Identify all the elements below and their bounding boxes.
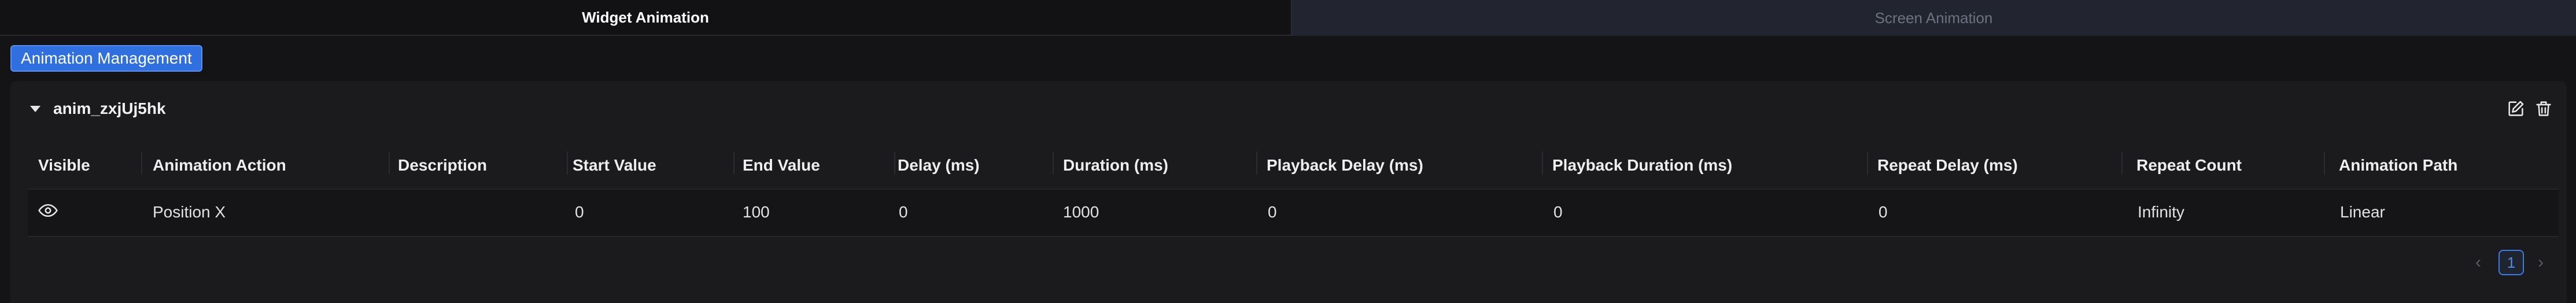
pagination-page-1[interactable]: 1 [2499,250,2524,275]
cell-delay: 0 [899,203,908,221]
cell-playback-duration: 0 [1553,203,1563,221]
caret-down-icon[interactable] [30,105,40,112]
col-header-description: Description [398,156,488,174]
col-header-duration: Duration (ms) [1063,156,1168,174]
cell-animation-path: Linear [2340,203,2385,221]
cell-repeat-count: Infinity [2138,203,2184,221]
col-header-delay: Delay (ms) [898,156,980,174]
cell-start-value: 0 [575,203,584,221]
edit-icon[interactable] [2505,98,2526,119]
tab-bar: Widget Animation Screen Animation [0,0,2576,36]
pagination-next-button[interactable]: › [2538,250,2544,275]
animation-panel: anim_zxjUj5hk Visible Animation Action D… [10,81,2567,303]
col-header-playback-duration: Playback Duration (ms) [1552,156,1733,174]
col-header-repeat-count: Repeat Count [2136,156,2242,174]
column-divider [1867,152,1868,175]
column-divider [733,152,735,175]
pagination-prev-button[interactable]: ‹ [2475,250,2481,275]
column-divider [894,152,895,175]
animation-header[interactable]: anim_zxjUj5hk [30,98,166,119]
eye-icon[interactable] [38,202,58,223]
tab-widget-animation[interactable]: Widget Animation [0,0,1291,36]
column-divider [141,152,142,175]
column-divider [2121,152,2123,175]
cell-animation-action: Position X [153,203,226,221]
cell-repeat-delay: 0 [1879,203,1888,221]
column-divider [1542,152,1543,175]
cell-playback-delay: 0 [1268,203,1277,221]
column-divider [567,152,568,175]
col-header-visible: Visible [38,156,90,174]
cell-end-value: 100 [743,203,770,221]
col-header-repeat-delay: Repeat Delay (ms) [1877,156,2018,174]
animation-name: anim_zxjUj5hk [53,99,166,117]
column-divider [2324,152,2325,175]
cell-duration: 1000 [1063,203,1099,221]
column-divider [1053,152,1054,175]
column-divider [389,152,390,175]
col-header-start-value: Start Value [573,156,656,174]
animation-management-button[interactable]: Animation Management [10,45,202,72]
column-divider [1256,152,1257,175]
col-header-playback-delay: Playback Delay (ms) [1267,156,1423,174]
col-header-animation-action: Animation Action [153,156,286,174]
col-header-animation-path: Animation Path [2339,156,2458,174]
delete-icon[interactable] [2533,98,2554,119]
col-header-end-value: End Value [743,156,820,174]
tab-screen-animation[interactable]: Screen Animation [1291,0,2576,36]
